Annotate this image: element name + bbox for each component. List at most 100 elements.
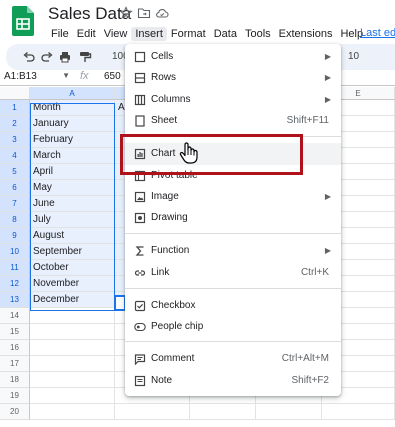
hand-pointer-cursor-icon (179, 142, 198, 164)
sheets-logo-icon[interactable] (12, 6, 34, 36)
grid-cell[interactable]: November (30, 276, 115, 292)
grid-cell[interactable]: December (30, 292, 115, 308)
row-header[interactable]: 1 (0, 100, 30, 116)
menu-item-label: Comment (151, 353, 195, 364)
row-header[interactable]: 18 (0, 372, 30, 388)
submenu-arrow-icon: ▶ (324, 73, 331, 82)
menu-item-label: Rows (151, 72, 177, 83)
rows-icon (134, 72, 146, 84)
row-header[interactable]: 13 (0, 292, 30, 308)
menu-view[interactable]: View (100, 27, 132, 41)
menu-item-label: Link (151, 267, 170, 278)
grid-cell[interactable]: May (30, 180, 115, 196)
move-folder-icon[interactable] (137, 6, 151, 20)
menu-item-rows[interactable]: Rows ▶ (125, 67, 341, 89)
menu-edit[interactable]: Edit (73, 27, 100, 41)
sheet-icon (135, 115, 145, 127)
row-header[interactable]: 12 (0, 276, 30, 292)
last-edit-link[interactable]: Last edit (360, 27, 395, 39)
cells-icon (134, 51, 146, 63)
function-fx-icon: fx (80, 70, 89, 82)
grid-cell[interactable] (30, 308, 115, 324)
grid-cell[interactable]: October (30, 260, 115, 276)
submenu-arrow-icon: ▶ (324, 52, 331, 61)
menu-item-cells[interactable]: Cells ▶ (125, 46, 341, 68)
menu-item-comment[interactable]: Comment Ctrl+Alt+M (125, 348, 341, 370)
grid-cell[interactable] (30, 372, 115, 388)
row-header[interactable]: 17 (0, 356, 30, 372)
star-icon[interactable] (119, 6, 133, 20)
menu-item-sheet[interactable]: Sheet Shift+F11 (125, 110, 341, 132)
menu-item-people-chip[interactable]: People chip (125, 316, 341, 338)
menu-item-pivot-table[interactable]: Pivot table (125, 165, 341, 187)
row-header[interactable]: 15 (0, 324, 30, 340)
grid-cell[interactable] (30, 324, 115, 340)
row-header[interactable]: 6 (0, 180, 30, 196)
row-header[interactable]: 19 (0, 388, 30, 404)
row-header[interactable]: 4 (0, 148, 30, 164)
grid-cell[interactable] (30, 388, 115, 404)
font-size-field[interactable]: 10 (348, 51, 359, 62)
menu-insert[interactable]: Insert (131, 27, 167, 41)
undo-icon[interactable] (22, 50, 36, 64)
menu-tools[interactable]: Tools (241, 27, 275, 41)
menu-item-drawing[interactable]: Drawing (125, 207, 341, 229)
menu-item-label: Image (151, 191, 179, 202)
grid-cell[interactable] (30, 340, 115, 356)
print-icon[interactable] (58, 50, 72, 64)
name-box[interactable]: A1:B13 ▼ (4, 71, 70, 84)
checkbox-icon (134, 300, 146, 312)
grid-cell[interactable] (256, 404, 322, 420)
menu-file[interactable]: File (47, 27, 73, 41)
row-header[interactable]: 10 (0, 244, 30, 260)
menu-item-chart[interactable]: Chart (125, 143, 341, 165)
grid-cell[interactable] (30, 404, 115, 420)
redo-icon[interactable] (40, 50, 54, 64)
row-header[interactable]: 14 (0, 308, 30, 324)
row-header[interactable]: 11 (0, 260, 30, 276)
column-header-a[interactable]: A (30, 87, 115, 100)
menu-item-link[interactable]: Link Ctrl+K (125, 262, 341, 284)
grid-cell[interactable]: July (30, 212, 115, 228)
row-header[interactable]: 20 (0, 404, 30, 420)
menu-divider (125, 136, 341, 137)
grid-cell[interactable] (190, 404, 256, 420)
menu-extensions[interactable]: Extensions (275, 27, 337, 41)
row-header[interactable]: 9 (0, 228, 30, 244)
grid-cell[interactable]: Month (30, 100, 115, 116)
row-header[interactable]: 7 (0, 196, 30, 212)
menu-item-label: Chart (151, 148, 176, 159)
menu-item-image[interactable]: Image ▶ (125, 186, 341, 208)
select-all-corner[interactable] (0, 87, 30, 100)
row-header[interactable]: 5 (0, 164, 30, 180)
menu-format[interactable]: Format (167, 27, 210, 41)
row-header[interactable]: 2 (0, 116, 30, 132)
grid-cell[interactable]: June (30, 196, 115, 212)
cloud-status-icon[interactable] (155, 6, 169, 20)
grid-cell[interactable]: August (30, 228, 115, 244)
row-header[interactable]: 16 (0, 340, 30, 356)
menu-divider (125, 341, 341, 342)
function-icon (135, 246, 144, 256)
grid-cell[interactable] (322, 404, 395, 420)
formula-input[interactable]: 650 (104, 71, 121, 82)
shortcut-hint: Shift+F2 (291, 375, 329, 386)
grid-cell[interactable]: February (30, 132, 115, 148)
grid-cell[interactable] (115, 404, 190, 420)
grid-cell[interactable]: April (30, 164, 115, 180)
note-icon (134, 375, 146, 387)
grid-cell[interactable]: March (30, 148, 115, 164)
grid-cell[interactable] (30, 356, 115, 372)
menu-item-note[interactable]: Note Shift+F2 (125, 370, 341, 392)
row-header[interactable]: 3 (0, 132, 30, 148)
menu-item-checkbox[interactable]: Checkbox (125, 295, 341, 317)
grid-cell[interactable]: January (30, 116, 115, 132)
menu-data[interactable]: Data (210, 27, 241, 41)
menu-item-columns[interactable]: Columns ▶ (125, 89, 341, 111)
paint-format-icon[interactable] (78, 50, 92, 64)
row-header[interactable]: 8 (0, 212, 30, 228)
menu-item-label: People chip (151, 321, 204, 332)
grid-cell[interactable]: September (30, 244, 115, 260)
shortcut-hint: Ctrl+K (300, 267, 329, 278)
menu-item-function[interactable]: Function ▶ (125, 240, 341, 262)
